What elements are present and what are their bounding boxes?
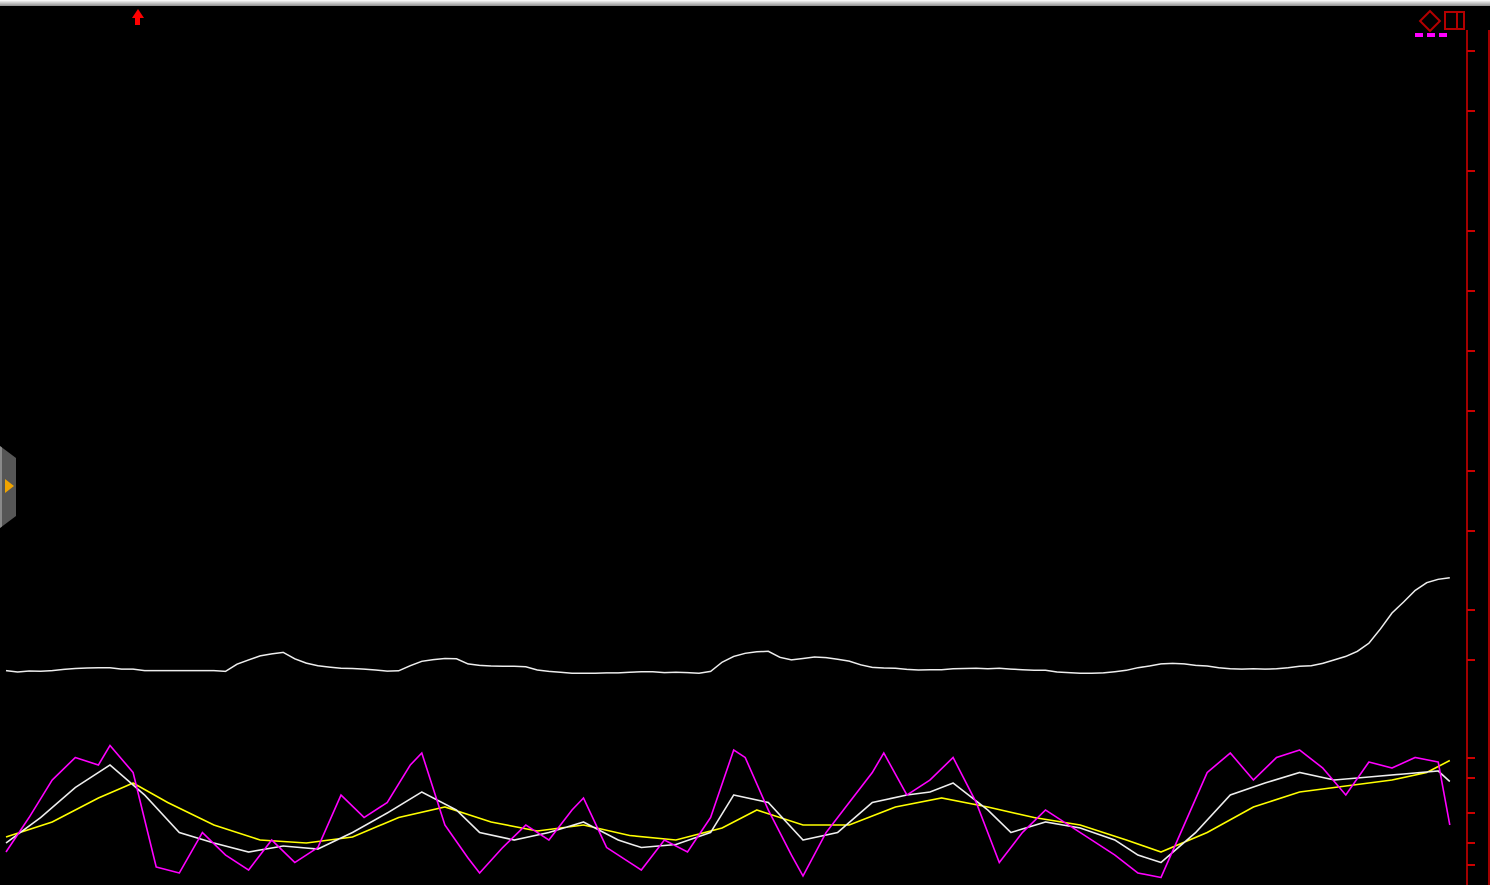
sidebar-expand-handle[interactable] xyxy=(0,446,16,528)
window-titlebar xyxy=(0,0,1490,6)
expand-arrow-icon xyxy=(5,479,14,493)
ma20-dash-icon xyxy=(1427,33,1435,37)
ma20-dash-icon xyxy=(1415,33,1423,37)
split-window-icon[interactable] xyxy=(1444,11,1465,30)
app-window xyxy=(0,0,1490,885)
ma20-dash-icon xyxy=(1439,33,1447,37)
chart-canvas[interactable] xyxy=(0,0,1490,885)
signal-up-arrow-icon xyxy=(131,9,144,25)
